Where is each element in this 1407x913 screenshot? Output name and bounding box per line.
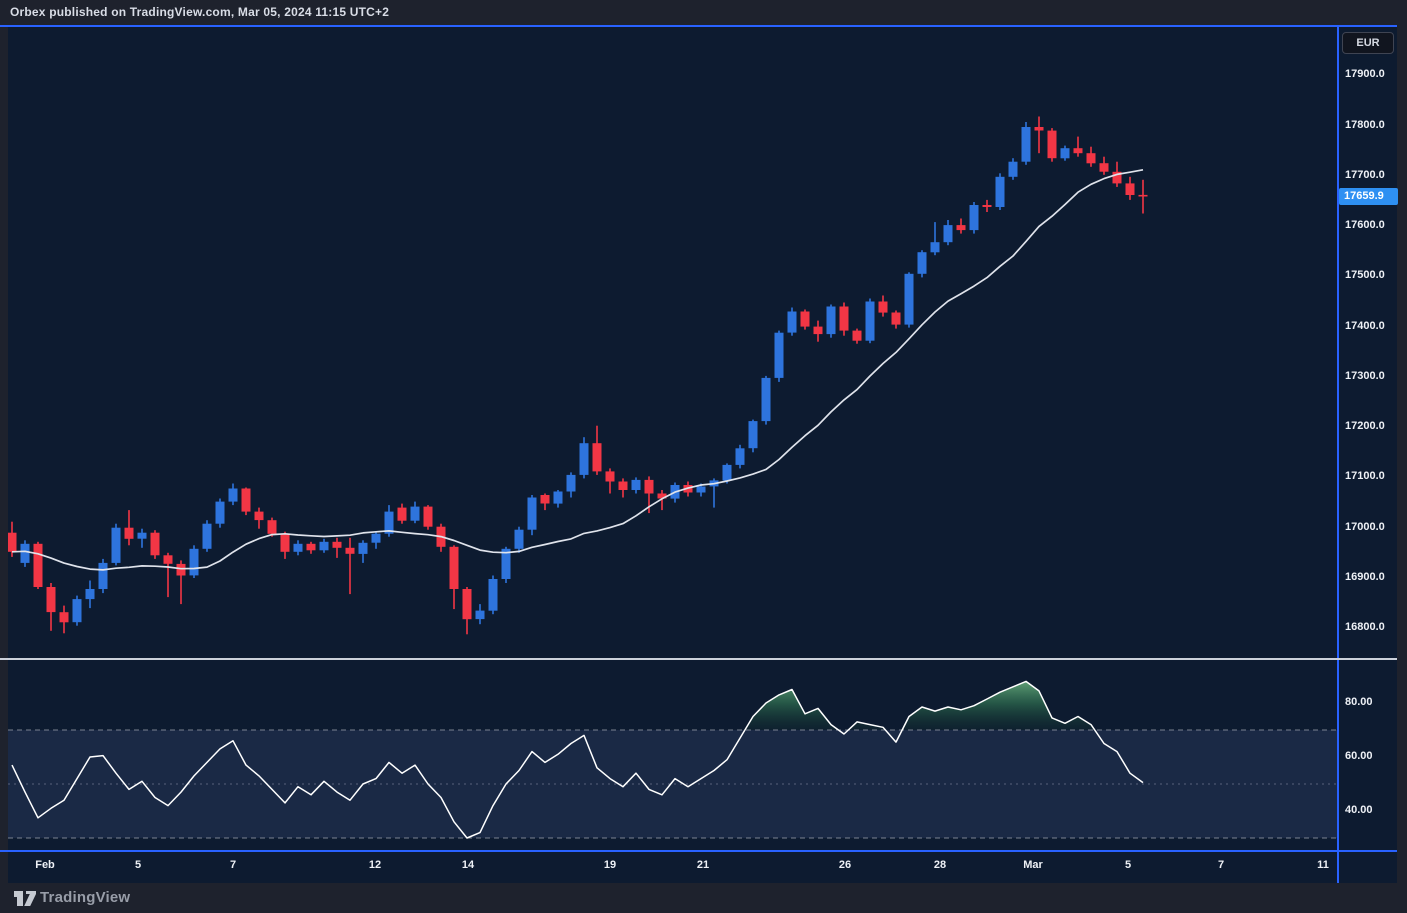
price-tick-label: 16900.0 — [1345, 570, 1385, 583]
time-tick-label: 19 — [603, 859, 617, 871]
rsi-tick-label: 80.00 — [1345, 696, 1373, 708]
price-tick-label: 17100.0 — [1345, 470, 1385, 483]
chart-top-border — [0, 25, 1397, 27]
price-tick-label: 17900.0 — [1345, 68, 1385, 81]
time-axis[interactable] — [8, 852, 1337, 883]
tradingview-logo-icon[interactable] — [13, 890, 37, 907]
tradingview-brand[interactable]: TradingView — [40, 889, 130, 906]
footer-bar — [0, 883, 1407, 913]
price-tick-label: 17700.0 — [1345, 168, 1385, 181]
last-price-badge: 17659.9 — [1339, 188, 1398, 205]
price-axis[interactable] — [1339, 27, 1397, 850]
time-tick-label: Mar — [1023, 859, 1043, 871]
time-tick-label: 5 — [1124, 859, 1132, 871]
pane-separator[interactable] — [0, 658, 1397, 660]
time-tick-label: 12 — [368, 859, 382, 871]
price-tick-label: 17800.0 — [1345, 118, 1385, 131]
time-tick-label: 21 — [696, 859, 710, 871]
rsi-tick-label: 40.00 — [1345, 804, 1373, 816]
time-tick-label: Feb — [35, 859, 55, 871]
price-tick-label: 16800.0 — [1345, 621, 1385, 634]
price-tick-label: 17200.0 — [1345, 420, 1385, 433]
time-tick-label: 7 — [1217, 859, 1225, 871]
currency-button[interactable]: EUR — [1342, 32, 1394, 54]
rsi-tick-label: 60.00 — [1345, 750, 1373, 762]
price-tick-label: 17600.0 — [1345, 219, 1385, 232]
published-title: Orbex published on TradingView.com, Mar … — [10, 5, 390, 19]
time-tick-label: 11 — [1317, 859, 1329, 871]
time-tick-label: 7 — [229, 859, 237, 871]
price-tick-label: 17500.0 — [1345, 269, 1385, 282]
candlestick-chart[interactable] — [0, 0, 1407, 913]
price-tick-label: 17000.0 — [1345, 520, 1385, 533]
price-tick-label: 17400.0 — [1345, 319, 1385, 332]
time-tick-label: 5 — [134, 859, 142, 871]
time-tick-label: 26 — [838, 859, 852, 871]
left-margin-strip — [0, 25, 8, 883]
price-tick-label: 17300.0 — [1345, 369, 1385, 382]
time-tick-label: 28 — [933, 859, 947, 871]
time-tick-label: 14 — [461, 859, 475, 871]
right-margin-strip — [1397, 25, 1407, 883]
